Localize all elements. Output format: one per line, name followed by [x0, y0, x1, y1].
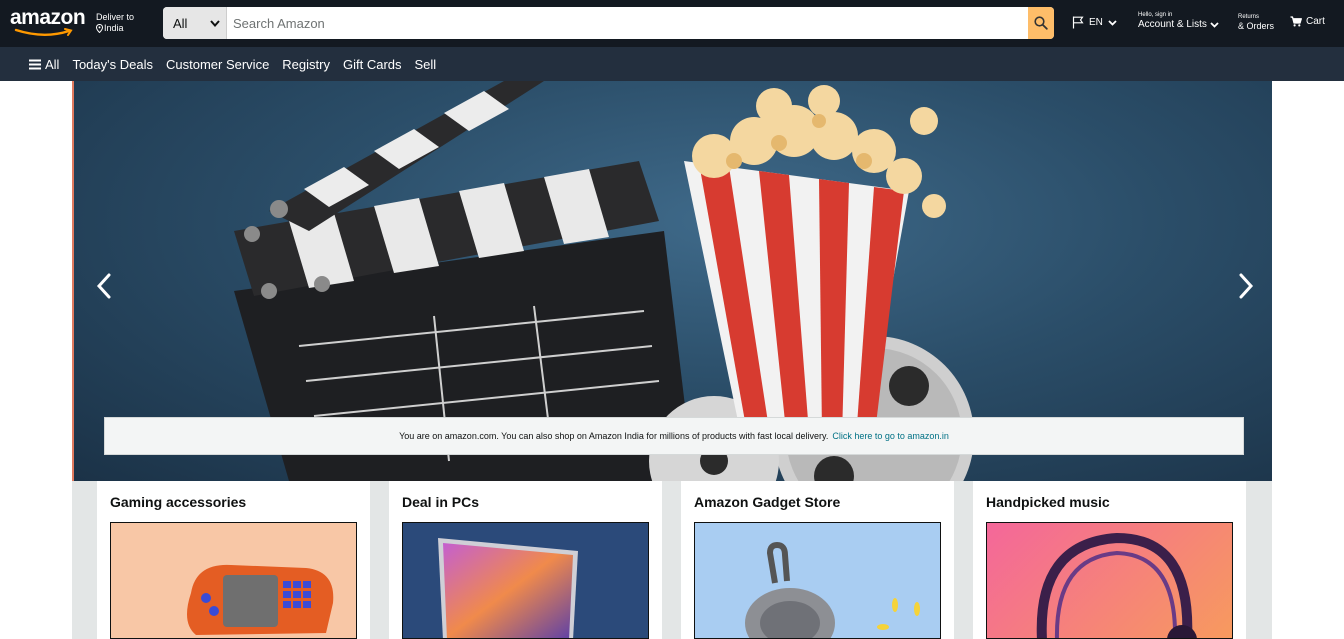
card-deal-in-pcs[interactable]: Deal in PCs [389, 481, 662, 639]
search-icon [1034, 16, 1048, 30]
subnav-item-customer-service[interactable]: Customer Service [166, 57, 269, 72]
carousel-next-arrow[interactable] [1234, 271, 1258, 301]
card-gaming-accessories[interactable]: Gaming accessories [97, 481, 370, 639]
language-code: EN [1089, 17, 1103, 28]
returns-label: Returns [1238, 14, 1260, 20]
locale-notice-banner: You are on amazon.com. You can also shop… [104, 417, 1244, 455]
card-image[interactable] [110, 522, 357, 639]
carousel-prev-arrow[interactable] [92, 271, 116, 301]
game-controller-image [187, 564, 334, 635]
search-bar: All [163, 7, 1054, 39]
logo-text: amazon [10, 6, 86, 29]
card-image[interactable] [694, 522, 941, 639]
chevron-down-icon [210, 19, 220, 27]
card-title: Gaming accessories [110, 494, 247, 510]
hero-carousel: You are on amazon.com. You can also shop… [72, 81, 1272, 481]
cart-icon [1290, 16, 1302, 27]
locale-notice-text: You are on amazon.com. You can also shop… [399, 431, 829, 441]
top-navigation-bar: amazon Deliver to India All Search Amazo… [0, 0, 1344, 47]
deliver-to[interactable]: Deliver to India [96, 12, 134, 34]
search-category-value: All [173, 15, 188, 31]
search-input[interactable] [227, 7, 1028, 39]
card-title: Deal in PCs [402, 494, 480, 510]
deliver-label: Deliver to [96, 12, 135, 22]
secondary-navigation: All Today's Deals Customer Service Regis… [0, 47, 1344, 81]
amazon-in-link[interactable]: Click here to go to amazon.in [832, 431, 949, 441]
logo-smile-icon [14, 28, 73, 36]
subnav-item-registry[interactable]: Registry [282, 57, 330, 72]
gadget-image [745, 541, 920, 638]
monitor-image [438, 538, 578, 638]
card-image[interactable] [986, 522, 1233, 639]
hamburger-icon [29, 59, 41, 69]
card-handpicked-music[interactable]: Handpicked music [973, 481, 1246, 639]
returns-orders-link[interactable]: Returns & Orders [1238, 13, 1274, 32]
subnav-item-gift-cards[interactable]: Gift Cards [343, 57, 402, 72]
chevron-down-icon [1108, 19, 1117, 26]
account-greeting: Hello, sign in [1138, 12, 1173, 18]
search-button[interactable] [1028, 7, 1054, 39]
language-selector[interactable]: EN [1072, 16, 1117, 29]
all-menu-label: All [45, 56, 60, 72]
amazon-logo[interactable]: amazon [10, 6, 86, 39]
account-lists-menu[interactable]: Hello, sign in Account & Lists [1138, 11, 1219, 31]
deliver-country: India [104, 23, 124, 33]
card-image[interactable] [402, 522, 649, 639]
cart-link[interactable]: Cart [1290, 16, 1325, 27]
card-title: Amazon Gadget Store [694, 494, 841, 510]
chevron-down-icon [1210, 22, 1219, 28]
subnav-item-todays-deals[interactable]: Today's Deals [72, 57, 153, 72]
card-title: Handpicked music [986, 494, 1110, 510]
flag-icon [1072, 16, 1084, 29]
search-category-select[interactable]: All [163, 7, 227, 39]
cart-label: Cart [1306, 16, 1325, 27]
all-menu-button[interactable]: All [29, 57, 59, 72]
location-pin-icon [96, 24, 103, 33]
card-amazon-gadget-store[interactable]: Amazon Gadget Store [681, 481, 954, 639]
headphones-image [1036, 532, 1197, 638]
orders-label: & Orders [1238, 21, 1275, 31]
subnav-item-sell[interactable]: Sell [415, 57, 437, 72]
account-lists-label: Account & Lists [1138, 19, 1207, 30]
